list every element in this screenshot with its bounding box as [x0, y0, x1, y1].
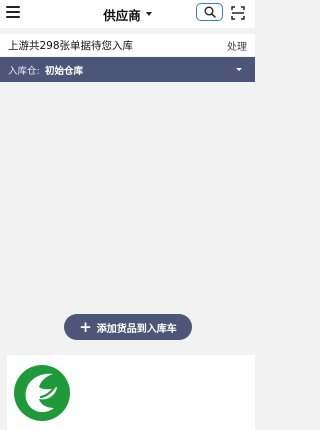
scan-button[interactable]	[231, 5, 245, 20]
page-title: 供应商	[103, 7, 141, 23]
process-link[interactable]: 处理	[227, 38, 247, 53]
warehouse-label: 入库仓:	[8, 66, 40, 77]
supplier-dropdown[interactable]: 供应商	[103, 5, 152, 24]
logo-icon	[14, 365, 70, 421]
search-button[interactable]	[196, 3, 223, 21]
pending-documents-text: 上游共298张单据待您入库	[8, 40, 134, 52]
menu-icon[interactable]	[6, 6, 20, 20]
search-icon	[204, 6, 216, 18]
pending-notice-bar: 上游共298张单据待您入库 处理	[0, 34, 255, 56]
top-bar: 供应商	[0, 0, 255, 28]
add-to-inbound-cart-button[interactable]: + 添加货品到入库车	[64, 314, 192, 340]
warehouse-selector[interactable]: 入库仓: 初始仓库	[0, 57, 255, 82]
warehouse-value: 初始仓库	[45, 66, 84, 77]
chevron-down-icon	[145, 12, 152, 16]
scan-icon	[231, 6, 245, 20]
chevron-down-icon	[236, 68, 242, 71]
add-to-inbound-cart-label: 添加货品到入库车	[96, 323, 177, 335]
plus-icon: +	[79, 317, 92, 336]
brand-panel	[7, 355, 255, 430]
content-area	[0, 82, 255, 352]
